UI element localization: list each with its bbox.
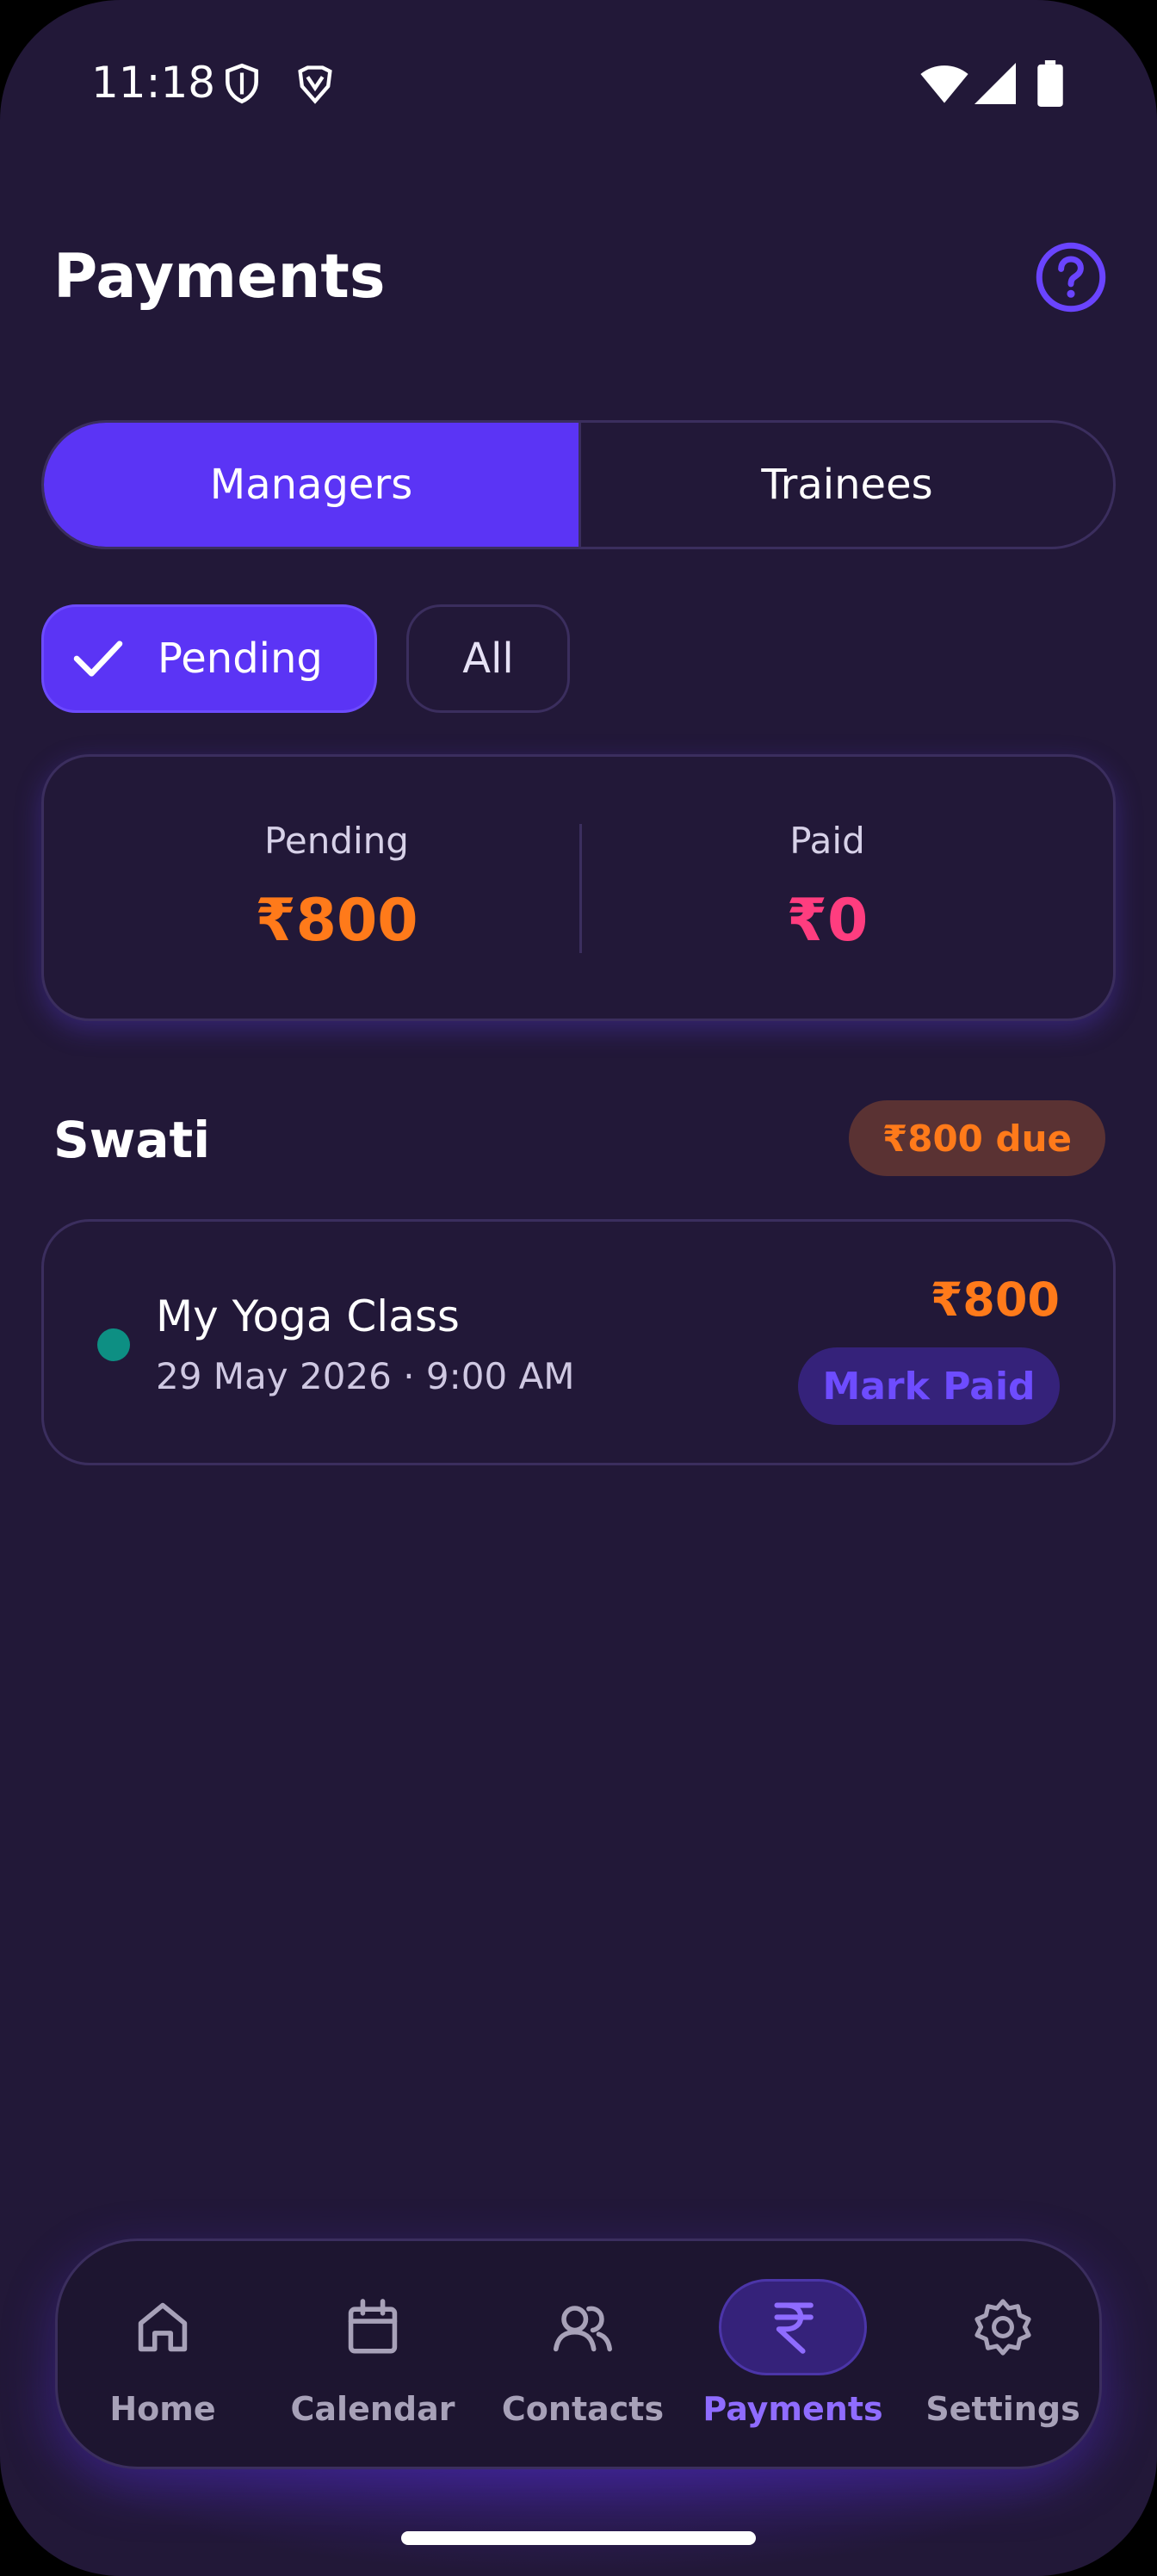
due-badge: ₹800 due: [849, 1100, 1105, 1176]
item-amount: ₹800: [930, 1273, 1060, 1327]
nav-item-home[interactable]: Home: [58, 2241, 268, 2472]
check-icon: [73, 641, 123, 677]
status-time: 11:18: [91, 58, 216, 108]
paid-amount: ₹0: [786, 887, 869, 955]
role-tabs: Managers Trainees: [41, 420, 1116, 549]
nav-icon-container: [929, 2279, 1077, 2375]
home-indicator[interactable]: [401, 2531, 756, 2545]
home-icon: [138, 2302, 188, 2352]
nav-icon-container: [89, 2279, 237, 2375]
nav-label: Settings: [925, 2390, 1080, 2428]
status-bar: 11:18: [0, 0, 1157, 172]
pending-amount: ₹800: [255, 887, 418, 955]
shield-icon: [226, 63, 258, 104]
filter-chip-label: Pending: [158, 635, 323, 683]
filter-chip-label: All: [462, 635, 514, 683]
divider: [579, 824, 582, 953]
filter-chip-all[interactable]: All: [406, 604, 570, 713]
question-circle-icon[interactable]: [1035, 241, 1107, 313]
item-title: My Yoga Class: [156, 1291, 460, 1341]
item-datetime: 29 May 2026 · 9:00 AM: [156, 1355, 575, 1397]
status-dot: [97, 1328, 130, 1361]
nav-item-calendar[interactable]: Calendar: [268, 2241, 478, 2472]
nav-item-settings[interactable]: Settings: [898, 2241, 1108, 2472]
signal-icon: [974, 63, 1016, 104]
nav-label: Home: [109, 2390, 216, 2428]
contacts-icon: [554, 2306, 612, 2352]
bottom-nav: Home Calendar Contacts Payments Settings: [55, 2239, 1102, 2469]
tab-managers[interactable]: Managers: [44, 423, 578, 547]
app-screen: 11:18 Payments Managers Trainees Pending…: [0, 0, 1157, 2576]
paid-label: Paid: [789, 820, 865, 862]
rupee-icon: [774, 2302, 814, 2354]
calendar-icon: [348, 2299, 398, 2354]
header: Payments: [0, 172, 1157, 387]
tab-trainees[interactable]: Trainees: [578, 423, 1113, 547]
page-title: Payments: [53, 241, 386, 312]
summary-paid: Paid ₹0: [586, 815, 1068, 960]
nav-icon-container: [299, 2279, 447, 2375]
summary-card: Pending ₹800 Paid ₹0: [41, 754, 1116, 1021]
gear-icon: [974, 2299, 1031, 2356]
filter-chip-pending[interactable]: Pending: [41, 604, 377, 713]
summary-pending: Pending ₹800: [96, 815, 578, 960]
brave-icon: [298, 65, 332, 104]
group-name: Swati: [53, 1111, 211, 1169]
nav-label: Calendar: [290, 2390, 455, 2428]
nav-item-contacts[interactable]: Contacts: [478, 2241, 688, 2472]
nav-label: Payments: [702, 2390, 883, 2428]
nav-item-payments[interactable]: Payments: [688, 2241, 898, 2472]
nav-label: Contacts: [501, 2390, 665, 2428]
wifi-icon: [920, 65, 968, 103]
payment-item-card[interactable]: My Yoga Class 29 May 2026 · 9:00 AM ₹800…: [41, 1219, 1116, 1465]
nav-icon-container: [509, 2279, 657, 2375]
nav-icon-container: [719, 2279, 867, 2375]
battery-icon: [1037, 60, 1063, 107]
mark-paid-button[interactable]: Mark Paid: [798, 1347, 1060, 1425]
pending-label: Pending: [264, 820, 409, 862]
